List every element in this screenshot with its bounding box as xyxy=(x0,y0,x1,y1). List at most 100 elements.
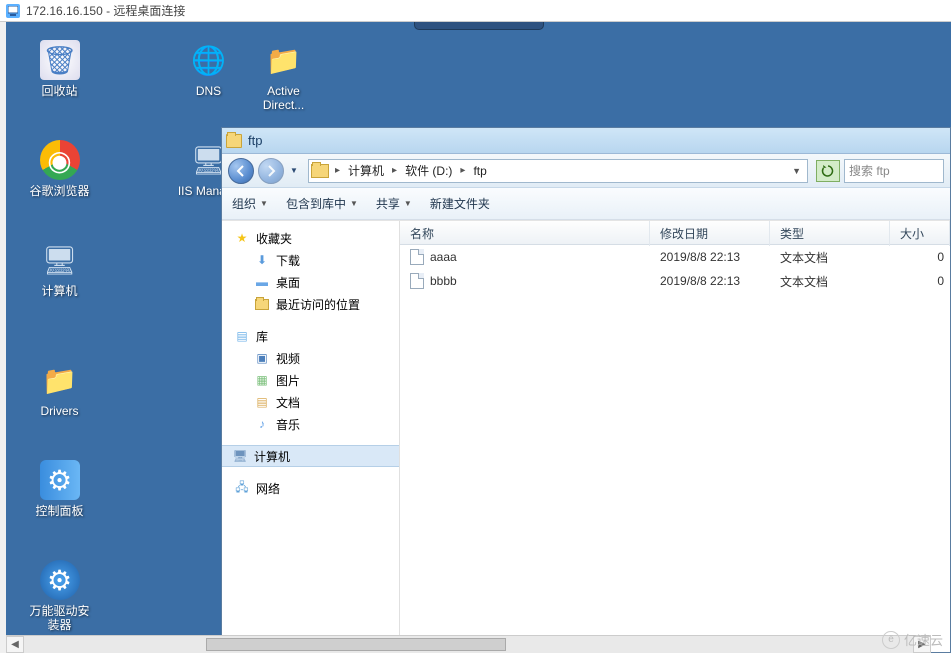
recycle-bin-icon: 🗑 xyxy=(40,40,80,80)
share-button[interactable]: 共享▼ xyxy=(376,195,412,212)
search-input[interactable]: 搜索 ftp xyxy=(844,159,944,183)
recent-icon xyxy=(254,297,270,311)
picture-icon: ▦ xyxy=(254,373,270,387)
breadcrumb-root-icon xyxy=(311,164,329,178)
desktop-icon-label: 计算机 xyxy=(22,284,97,298)
file-row[interactable]: aaaa 2019/8/8 22:13 文本文档 0 xyxy=(400,245,950,269)
desktop-icon-control-panel[interactable]: ⚙ 控制面板 xyxy=(22,460,97,518)
video-icon: ▣ xyxy=(254,351,270,365)
scroll-left-button[interactable]: ◀ xyxy=(6,636,24,653)
desktop-icon-label: 谷歌浏览器 xyxy=(22,184,97,198)
watermark: ё 亿速云 xyxy=(882,630,943,649)
control-panel-icon: ⚙ xyxy=(40,460,80,500)
desktop-icon-computer[interactable]: 🖥 计算机 xyxy=(22,240,97,298)
breadcrumbs[interactable]: ▸ 计算机 ▸ 软件 (D:) ▸ ftp ▼ xyxy=(308,159,808,183)
breadcrumb-dropdown[interactable]: ▼ xyxy=(792,166,805,176)
chevron-right-icon: ▸ xyxy=(390,165,399,176)
tree-network[interactable]: 🖧网络 xyxy=(222,477,399,499)
chevron-down-icon: ▼ xyxy=(350,199,358,208)
file-date: 2019/8/8 22:13 xyxy=(650,250,770,264)
folder-icon xyxy=(226,134,242,148)
desktop-icon-recycle-bin[interactable]: 🗑 回收站 xyxy=(22,40,97,98)
organize-button[interactable]: 组织▼ xyxy=(232,195,268,212)
file-name: bbbb xyxy=(430,274,457,288)
col-name[interactable]: 名称 xyxy=(400,221,650,246)
document-icon: ▤ xyxy=(254,395,270,409)
active-directory-icon: 📁 xyxy=(264,40,304,80)
breadcrumb-folder[interactable]: ftp xyxy=(467,164,492,178)
breadcrumb-computer[interactable]: 计算机 xyxy=(342,162,390,179)
chevron-down-icon: ▼ xyxy=(404,199,412,208)
chevron-down-icon: ▼ xyxy=(260,199,268,208)
file-type: 文本文档 xyxy=(770,273,890,290)
col-type[interactable]: 类型 xyxy=(770,221,890,246)
desktop-icon-driver-installer[interactable]: ⚙ 万能驱动安 装器 xyxy=(22,560,97,632)
tree-computer[interactable]: 🖥计算机 xyxy=(222,445,399,467)
back-button[interactable] xyxy=(228,158,254,184)
breadcrumb-drive[interactable]: 软件 (D:) xyxy=(399,162,458,179)
tree-pictures[interactable]: ▦图片 xyxy=(222,369,399,391)
chrome-icon: ◉ xyxy=(40,140,80,180)
new-folder-button[interactable]: 新建文件夹 xyxy=(430,195,490,212)
search-placeholder: 搜索 ftp xyxy=(849,162,890,179)
text-file-icon xyxy=(410,273,424,289)
desktop-icon-label: Active Direct... xyxy=(246,84,321,112)
column-headers: 名称 修改日期 类型 大小 xyxy=(400,221,950,245)
file-date: 2019/8/8 22:13 xyxy=(650,274,770,288)
desktop-icon-label: 回收站 xyxy=(22,84,97,98)
watermark-icon: ё xyxy=(882,631,900,649)
music-icon: ♪ xyxy=(254,417,270,431)
tree-desktop[interactable]: ▬桌面 xyxy=(222,271,399,293)
desktop-icon-label: Drivers xyxy=(22,404,97,418)
tree-libraries[interactable]: ▤库 xyxy=(222,325,399,347)
rdp-connection-bar[interactable] xyxy=(414,22,544,30)
remote-desktop: 🗑回收站🌐DNS📁Active Direct...◉谷歌浏览器🖥IIS Mana… xyxy=(6,22,951,653)
desktop-icon-chrome[interactable]: ◉ 谷歌浏览器 xyxy=(22,140,97,198)
file-row[interactable]: bbbb 2019/8/8 22:13 文本文档 0 xyxy=(400,269,950,293)
chevron-right-icon: ▸ xyxy=(458,165,467,176)
explorer-titlebar[interactable]: ftp xyxy=(222,128,950,154)
tree-recent[interactable]: 最近访问的位置 xyxy=(222,293,399,315)
desktop-icon-drivers[interactable]: 📁 Drivers xyxy=(22,360,97,418)
col-size[interactable]: 大小 xyxy=(890,221,950,246)
desktop-icon-label: 万能驱动安 装器 xyxy=(22,604,97,632)
file-name: aaaa xyxy=(430,250,457,264)
computer-icon: 🖥 xyxy=(232,449,248,463)
tree-downloads[interactable]: ⬇下载 xyxy=(222,249,399,271)
tree-favorites[interactable]: ★收藏夹 xyxy=(222,227,399,249)
desktop-icon-label: 控制面板 xyxy=(22,504,97,518)
watermark-text: 亿速云 xyxy=(904,630,943,649)
explorer-toolbar: 组织▼ 包含到库中▼ 共享▼ 新建文件夹 xyxy=(222,188,950,220)
tree-music[interactable]: ♪音乐 xyxy=(222,413,399,435)
desktop-icon-active-directory[interactable]: 📁 Active Direct... xyxy=(246,40,321,112)
col-date[interactable]: 修改日期 xyxy=(650,221,770,246)
file-list: 名称 修改日期 类型 大小 aaaa 2019/8/8 22:13 文本文档 0… xyxy=(400,221,950,652)
rdp-titlebar: 172.16.16.150 - 远程桌面连接 xyxy=(0,0,951,22)
drivers-icon: 📁 xyxy=(40,360,80,400)
desktop-icon: ▬ xyxy=(254,275,270,289)
scroll-thumb[interactable] xyxy=(206,638,506,651)
explorer-window: ftp ▼ ▸ 计算机 ▸ 软件 (D:) ▸ ftp ▼ xyxy=(221,127,951,653)
explorer-body: ★收藏夹 ⬇下载 ▬桌面 最近访问的位置 ▤库 ▣视频 ▦图片 ▤文档 ♪音乐 … xyxy=(222,220,950,652)
download-icon: ⬇ xyxy=(254,253,270,267)
network-icon: 🖧 xyxy=(234,481,250,495)
refresh-button[interactable] xyxy=(816,160,840,182)
navigation-tree: ★收藏夹 ⬇下载 ▬桌面 最近访问的位置 ▤库 ▣视频 ▦图片 ▤文档 ♪音乐 … xyxy=(222,221,400,652)
forward-button[interactable] xyxy=(258,158,284,184)
horizontal-scrollbar[interactable]: ◀ ▶ xyxy=(6,635,931,653)
file-list-body[interactable]: aaaa 2019/8/8 22:13 文本文档 0bbbb 2019/8/8 … xyxy=(400,245,950,652)
include-in-library-button[interactable]: 包含到库中▼ xyxy=(286,195,358,212)
library-icon: ▤ xyxy=(234,329,250,343)
driver-installer-icon: ⚙ xyxy=(40,560,80,600)
explorer-navbar: ▼ ▸ 计算机 ▸ 软件 (D:) ▸ ftp ▼ 搜索 ftp xyxy=(222,154,950,188)
file-size: 0 xyxy=(890,250,950,264)
computer-icon: 🖥 xyxy=(40,240,80,280)
dns-icon: 🌐 xyxy=(189,40,229,80)
tree-documents[interactable]: ▤文档 xyxy=(222,391,399,413)
file-type: 文本文档 xyxy=(770,249,890,266)
desktop-icon-label: DNS xyxy=(171,84,246,98)
desktop-icon-dns[interactable]: 🌐 DNS xyxy=(171,40,246,98)
nav-history-dropdown[interactable]: ▼ xyxy=(288,158,300,184)
text-file-icon xyxy=(410,249,424,265)
tree-videos[interactable]: ▣视频 xyxy=(222,347,399,369)
